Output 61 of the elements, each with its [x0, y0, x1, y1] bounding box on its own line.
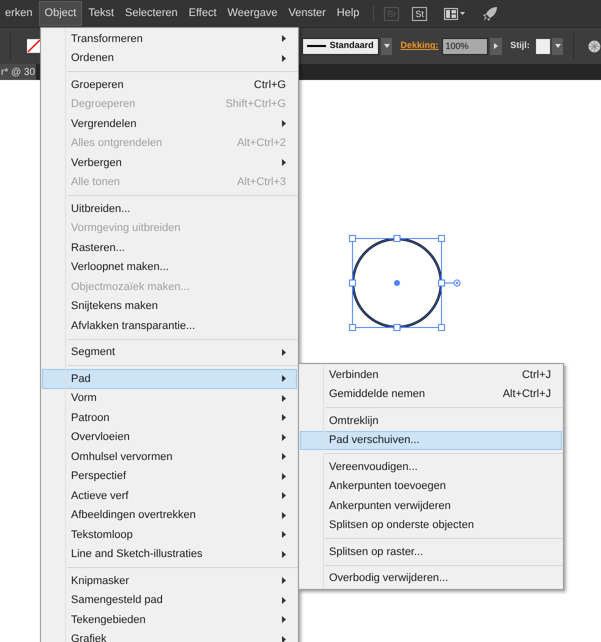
opacity-label[interactable]: Dekking:	[400, 39, 438, 53]
menu-item[interactable]: Segment	[42, 342, 297, 362]
opacity-slider-button[interactable]	[490, 38, 502, 54]
menu-item[interactable]: Rasteren...	[42, 238, 297, 258]
menu-item[interactable]: Actieve verf	[42, 486, 297, 506]
menu-item[interactable]: Vergrendelen	[42, 114, 297, 134]
menu-bar-item[interactable]: Weergave	[222, 1, 282, 26]
menu-bar-item[interactable]: Venster	[283, 1, 331, 26]
dropdown-caret-button[interactable]	[380, 38, 392, 54]
menu-bar-item[interactable]: Effect	[184, 1, 222, 26]
stroke-profile-dropdown[interactable]: Standaard	[302, 38, 379, 54]
menu-item[interactable]: Ankerpunten verwijderen	[300, 496, 562, 516]
menu-bar-item[interactable]: Selecteren	[120, 1, 183, 26]
globe-icon[interactable]	[588, 40, 601, 52]
opacity-field[interactable]: 100%	[442, 38, 488, 54]
menu-item[interactable]: Samengesteld pad	[42, 590, 297, 610]
document-tab[interactable]: r* @ 30	[0, 64, 36, 80]
menu-item[interactable]: Line and Sketch-illustraties	[42, 544, 297, 564]
menu-item[interactable]: Overbodig verwijderen...	[300, 568, 562, 588]
caret-icon	[554, 44, 561, 48]
menu-item[interactable]: Uitbreiden...	[42, 199, 297, 218]
menu-item[interactable]: Ankerpunten toevoegen	[300, 476, 562, 496]
menu-item[interactable]: Pad	[42, 369, 297, 388]
menu-item[interactable]: Vereenvoudigen...	[300, 457, 562, 476]
menu-item[interactable]: Vorm	[42, 388, 297, 408]
menu-bar-item[interactable]: Tekst	[83, 1, 120, 26]
play-arrow-icon	[494, 43, 498, 49]
menu-item[interactable]: Ordenen	[42, 48, 297, 68]
menu-item[interactable]: Groeperen Ctrl+G	[42, 75, 297, 94]
menu-item[interactable]: Tekstomloop	[42, 525, 297, 544]
menu-item[interactable]: Afvlakken transparantie...	[42, 316, 297, 336]
menu-item[interactable]: Knipmasker	[42, 571, 297, 590]
menu-item[interactable]: Verbinden Ctrl+J	[300, 365, 562, 384]
menu-item[interactable]: Pad verschuiven...	[300, 430, 562, 450]
menu-item[interactable]: Splitsen op onderste objecten	[300, 516, 562, 535]
menu-bar-item[interactable]: Help	[332, 1, 364, 26]
rocket-icon[interactable]	[482, 6, 498, 22]
style-swatch[interactable]	[536, 38, 550, 54]
workspace-layout-icon[interactable]	[444, 8, 466, 20]
dropdown-caret-button[interactable]	[552, 38, 564, 54]
menu-item[interactable]: Splitsen op raster...	[300, 542, 562, 562]
caret-icon	[384, 44, 390, 48]
menu-item[interactable]: Perspectief	[42, 466, 297, 486]
no-fill-swatch-icon[interactable]	[26, 39, 41, 53]
style-label: Stijl:	[510, 39, 530, 52]
menu-item[interactable]: Omtreklijn	[300, 411, 562, 430]
menu-item[interactable]: Grafiek	[42, 630, 297, 642]
menu-item[interactable]: Snijtekens maken	[42, 296, 297, 316]
menu-bar-item[interactable]: erken	[0, 1, 38, 26]
menu-item[interactable]: Verloopnet maken...	[42, 258, 297, 277]
menu-item[interactable]: Gemiddelde nemen Alt+Ctrl+J	[300, 384, 562, 404]
menu-item[interactable]: Omhulsel vervormen	[42, 447, 297, 466]
menu-item[interactable]: Afbeeldingen overtrekken	[42, 506, 297, 525]
menu-item[interactable]: Patroon	[42, 408, 297, 428]
menu-bar-item[interactable]: Object	[38, 1, 82, 26]
menu-item[interactable]: Transformeren	[42, 29, 297, 48]
selected-circle-drawing[interactable]	[348, 234, 463, 332]
menu-item[interactable]: Tekengebieden	[42, 610, 297, 630]
app-button[interactable]: St	[412, 6, 427, 20]
menu-item[interactable]: Overvloeien	[42, 428, 297, 447]
menu-item[interactable]: Verbergen	[42, 153, 297, 172]
